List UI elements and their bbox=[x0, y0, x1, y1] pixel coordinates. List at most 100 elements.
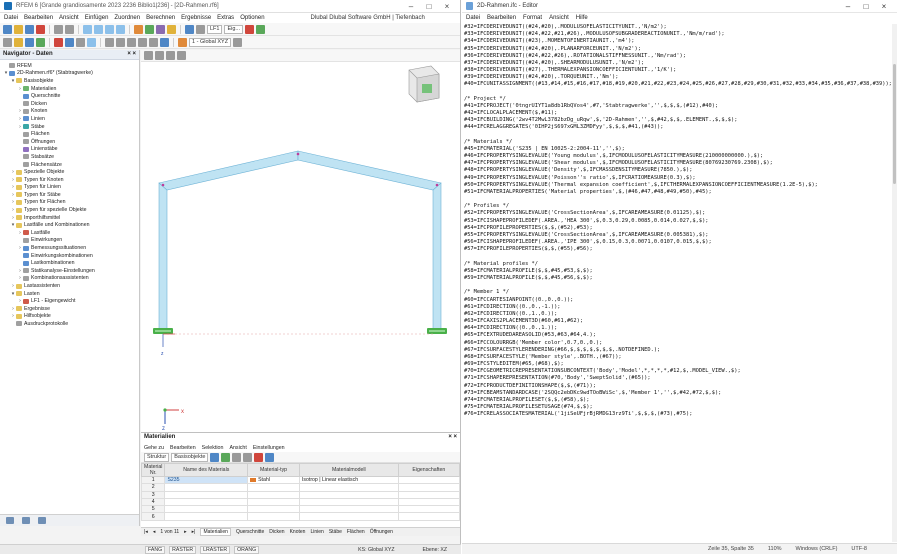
tab-materialien[interactable]: Materialien bbox=[200, 528, 231, 536]
member-column-right[interactable] bbox=[432, 182, 442, 331]
menu-ansicht[interactable]: Ansicht bbox=[229, 445, 246, 451]
open-icon[interactable] bbox=[14, 24, 23, 34]
node[interactable] bbox=[435, 183, 439, 187]
cell-material-name[interactable] bbox=[164, 497, 249, 507]
prev-icon[interactable] bbox=[245, 24, 255, 34]
view-x-icon[interactable] bbox=[155, 51, 164, 60]
menu-optionen[interactable]: Optionen bbox=[240, 15, 264, 21]
navigator-tree-item[interactable]: › Typen für Knoten bbox=[0, 176, 139, 184]
tab-querschnitte[interactable]: Querschnitte bbox=[236, 529, 264, 535]
cell-material-no[interactable]: 5 bbox=[140, 505, 166, 514]
undo-icon[interactable] bbox=[54, 24, 63, 34]
load-case-combo[interactable]: LF1 bbox=[207, 24, 223, 34]
pager-last-icon[interactable]: ▸| bbox=[192, 529, 196, 535]
navigator-tree-item[interactable]: › Lastfälle bbox=[0, 229, 139, 237]
cell-material-props[interactable] bbox=[397, 490, 461, 499]
col-material-props[interactable]: Eigenschaften bbox=[397, 463, 461, 477]
coordinate-options-icon[interactable] bbox=[233, 37, 243, 47]
pager-next-icon[interactable]: ▸ bbox=[184, 529, 187, 535]
menu-zuordnen[interactable]: Zuordnen bbox=[114, 15, 140, 21]
cell-material-model[interactable] bbox=[298, 497, 399, 507]
design-icon[interactable] bbox=[156, 24, 165, 34]
col-material-model[interactable]: Materialmodell bbox=[298, 463, 399, 477]
data-tab-icon[interactable] bbox=[6, 517, 14, 524]
navigator-tree-item[interactable]: › Kombinationsassistenten bbox=[0, 275, 139, 283]
menu-extras[interactable]: Extras bbox=[217, 15, 234, 21]
materials-close-icon[interactable]: × × bbox=[448, 434, 457, 442]
navigator-tree-item[interactable]: Querschnitte bbox=[0, 92, 139, 100]
help-search[interactable]: Dlubal Dlubal Software GmbH | Tiefenbach bbox=[311, 15, 425, 21]
section-icon[interactable] bbox=[160, 37, 169, 47]
scrollbar-thumb[interactable] bbox=[893, 64, 896, 184]
navigator-tree-item[interactable]: › Hilfsobjekte bbox=[0, 313, 139, 321]
table-row[interactable]: 5 bbox=[140, 505, 461, 514]
tab-linien[interactable]: Linien bbox=[310, 529, 323, 535]
print-icon[interactable] bbox=[36, 24, 45, 34]
menu-berechnen[interactable]: Berechnen bbox=[146, 15, 175, 21]
navigator-tree-item[interactable]: Dicken bbox=[0, 100, 139, 108]
navigator-tree-item[interactable]: › Knoten bbox=[0, 108, 139, 116]
node[interactable] bbox=[161, 183, 165, 187]
render-icon[interactable] bbox=[185, 24, 194, 34]
navigator-tree-item[interactable]: Öffnungen bbox=[0, 138, 139, 146]
cell-material-no[interactable]: 6 bbox=[140, 512, 166, 521]
cell-material-name[interactable]: S235 bbox=[164, 475, 249, 485]
table-library-icon[interactable] bbox=[265, 452, 275, 462]
line-icon[interactable] bbox=[25, 37, 34, 47]
table-delete-icon[interactable] bbox=[254, 452, 264, 462]
table-edit-icon[interactable] bbox=[210, 452, 220, 462]
tab-flaechen[interactable]: Flächen bbox=[347, 529, 365, 535]
col-material-no[interactable]: Material Nr. bbox=[140, 463, 166, 477]
menu-bearbeiten[interactable]: Bearbeiten bbox=[487, 15, 516, 21]
cell-material-name[interactable] bbox=[164, 490, 249, 499]
cell-material-model[interactable] bbox=[298, 512, 399, 521]
col-material-name[interactable]: Name des Materials bbox=[164, 463, 249, 477]
results-icon[interactable] bbox=[145, 24, 154, 34]
table-import-icon[interactable] bbox=[243, 452, 253, 462]
maximize-icon[interactable]: □ bbox=[857, 2, 875, 11]
menu-selektion[interactable]: Selektion bbox=[202, 445, 224, 451]
menu-einfuegen[interactable]: Einfügen bbox=[85, 15, 109, 21]
editor-text-area[interactable]: #32=IFCDERIVEDUNIT((#24,#20),.MODULUSOFE… bbox=[462, 24, 892, 542]
next-icon[interactable] bbox=[256, 24, 266, 34]
menu-bearbeiten[interactable]: Bearbeiten bbox=[24, 15, 53, 21]
select-icon[interactable] bbox=[3, 37, 12, 47]
grid-icon[interactable] bbox=[76, 37, 85, 47]
cell-material-type[interactable] bbox=[247, 512, 300, 521]
cell-material-model[interactable] bbox=[298, 490, 399, 499]
cell-material-type[interactable] bbox=[247, 483, 300, 492]
status-ortho[interactable]: ORANG bbox=[234, 545, 260, 554]
navigator-tree-item[interactable]: › Importhilfsmittel bbox=[0, 214, 139, 222]
menu-hilfe[interactable]: Hilfe bbox=[576, 15, 588, 21]
navigator-tree-item[interactable]: › Ergebnisse bbox=[0, 305, 139, 313]
menu-datei[interactable]: Datei bbox=[4, 15, 18, 21]
cell-material-model[interactable] bbox=[298, 483, 399, 492]
member-rafter-left[interactable] bbox=[158, 150, 299, 191]
view-icon[interactable] bbox=[105, 24, 114, 34]
navigator-tree-item[interactable]: › Materialien bbox=[0, 85, 139, 93]
navigator-close-icon[interactable]: × × bbox=[127, 51, 136, 58]
load-case-name-combo[interactable]: Eig... bbox=[224, 24, 244, 34]
model-canvas[interactable]: x z z bbox=[141, 62, 460, 432]
status-lgrid[interactable]: LRASTER bbox=[200, 545, 231, 554]
navigator-tree-item[interactable]: Lastkombinationen bbox=[0, 259, 139, 267]
measure-icon[interactable] bbox=[149, 37, 158, 47]
cell-material-name[interactable] bbox=[164, 505, 249, 514]
tab-knoten[interactable]: Knoten bbox=[290, 529, 306, 535]
view-iso-icon[interactable] bbox=[144, 51, 153, 60]
cell-material-props[interactable] bbox=[397, 512, 461, 521]
coordinate-system-combo[interactable]: 1 - Global XYZ bbox=[189, 37, 232, 47]
navigator-tree-item[interactable]: › LF1 - Eigengewicht bbox=[0, 297, 139, 305]
filter-icon[interactable] bbox=[178, 37, 187, 47]
menu-bearbeiten[interactable]: Bearbeiten bbox=[170, 445, 196, 451]
navigator-tree-item[interactable]: › Typen für Flächen bbox=[0, 199, 139, 207]
navigator-tree-item[interactable]: ▾ 2D-Rahmen.rf6* (Stabtragwerke) bbox=[0, 70, 139, 78]
hinge-icon[interactable] bbox=[65, 37, 74, 47]
cell-material-props[interactable] bbox=[397, 505, 461, 514]
views-tab-icon[interactable] bbox=[38, 517, 46, 524]
cell-material-type[interactable] bbox=[247, 497, 300, 507]
navigator-tree-item[interactable]: Stabsätze bbox=[0, 153, 139, 161]
table-filter-icon[interactable] bbox=[221, 452, 231, 462]
node[interactable] bbox=[296, 152, 300, 156]
member-icon[interactable] bbox=[36, 37, 45, 47]
